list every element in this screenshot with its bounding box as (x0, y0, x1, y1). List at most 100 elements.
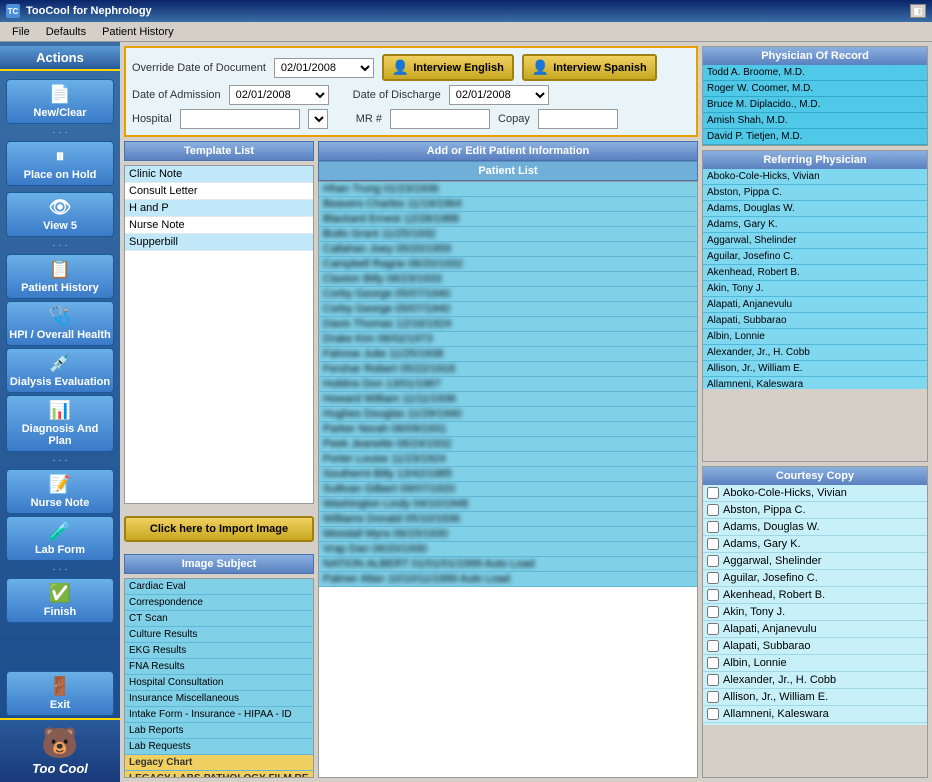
interview-spanish-button[interactable]: 👤 Interview Spanish (522, 54, 657, 81)
mr-input[interactable] (390, 109, 490, 129)
physician-item[interactable]: Amish Shah, M.D. (703, 113, 927, 129)
patient-list-item[interactable]: Fershar Robert 05/22/1918 (319, 362, 697, 377)
courtesy-copy-checkbox[interactable] (707, 589, 719, 601)
courtesy-copy-item[interactable]: Aboko-Cole-Hicks, Vivian (703, 485, 927, 502)
patient-list-item[interactable]: Hhan Trung 01/23/1936 (319, 182, 697, 197)
referring-physician-item[interactable]: Adams, Gary K. (703, 217, 927, 233)
courtesy-copy-item[interactable]: Adams, Douglas W. (703, 519, 927, 536)
patient-list-box[interactable]: Hhan Trung 01/23/1936Beavers Charles 11/… (318, 181, 698, 778)
patient-list-item[interactable]: Southernt Billy 13/42/1985 (319, 467, 697, 482)
referring-physician-item[interactable]: Albin, Lonnie (703, 329, 927, 345)
hpi-overall-health-button[interactable]: 🩺 HPI / Overall Health (6, 301, 114, 346)
interview-english-button[interactable]: 👤 Interview English (382, 54, 514, 81)
template-list-box[interactable]: Clinic NoteConsult LetterH and PNurse No… (124, 165, 314, 504)
template-list-item[interactable]: Clinic Note (125, 166, 313, 183)
image-list-item[interactable]: EKG Results (125, 643, 313, 659)
copay-input[interactable] (538, 109, 618, 129)
courtesy-copy-item[interactable]: Akenhead, Robert B. (703, 587, 927, 604)
courtesy-copy-checkbox[interactable] (707, 674, 719, 686)
patient-list-item[interactable]: Parker Norah 06/09/1931 (319, 422, 697, 437)
courtesy-copy-checkbox[interactable] (707, 640, 719, 652)
courtesy-copy-item[interactable]: Aggarwal, Shelinder (703, 553, 927, 570)
courtesy-copy-list[interactable]: Aboko-Cole-Hicks, VivianAbston, Pippa C.… (703, 485, 927, 725)
menu-item-defaults[interactable]: Defaults (38, 24, 94, 40)
courtesy-copy-checkbox[interactable] (707, 708, 719, 720)
window-controls[interactable]: ◧ (910, 4, 926, 18)
referring-physician-item[interactable]: Allison, Jr., William E. (703, 361, 927, 377)
patient-list-item[interactable]: Woodall Myra 06/15/1930 (319, 527, 697, 542)
courtesy-copy-item[interactable]: Akin, Tony J. (703, 604, 927, 621)
patient-list-item[interactable]: Callahan Joey 05/20/1959 (319, 242, 697, 257)
referring-physician-item[interactable]: Akin, Tony J. (703, 281, 927, 297)
physician-of-record-list[interactable]: Todd A. Broome, M.D.Roger W. Coomer, M.D… (703, 65, 927, 145)
patient-list-item[interactable]: Vrap Dan 06/20/1930 (319, 542, 697, 557)
patient-list-item[interactable]: Porter Louise 11/23/1924 (319, 452, 697, 467)
image-list-item[interactable]: Correspondence (125, 595, 313, 611)
template-list-item[interactable]: Consult Letter (125, 183, 313, 200)
finish-button[interactable]: ✅ Finish (6, 578, 114, 623)
patient-list-item[interactable]: Claxton Billy 06/23/1933 (319, 272, 697, 287)
referring-physician-item[interactable]: Abston, Pippa C. (703, 185, 927, 201)
courtesy-copy-item[interactable]: Allison, Jr., William E. (703, 689, 927, 706)
image-list-item[interactable]: LEGACY LABS-PATHOLOGY-FILM RE (125, 771, 313, 778)
referring-physician-item[interactable]: Alapati, Subbarao (703, 313, 927, 329)
patient-list-item[interactable]: Howard William 11/11/1936 (319, 392, 697, 407)
image-list-item[interactable]: Cardiac Eval (125, 579, 313, 595)
courtesy-copy-item[interactable]: Allen, Karen L. (703, 723, 927, 725)
menu-item-patient-history[interactable]: Patient History (94, 24, 182, 40)
patient-list-item[interactable]: Washington Lindy 04/10/1948 (319, 497, 697, 512)
nurse-note-button[interactable]: 📝 Nurse Note (6, 469, 114, 514)
patient-list-item[interactable]: Davis Thomas 12/16/1924 (319, 317, 697, 332)
patient-list-item[interactable]: NATION ALBERT 01/01/01/1999 Auto Load (319, 557, 697, 572)
patient-list-item[interactable]: Palmer Allan 10/10/11/1999 Auto Load (319, 572, 697, 587)
courtesy-copy-checkbox[interactable] (707, 555, 719, 567)
patient-list-item[interactable]: Beavers Charles 11/19/1964 (319, 197, 697, 212)
courtesy-copy-checkbox[interactable] (707, 521, 719, 533)
physician-item[interactable]: Roger W. Coomer, M.D. (703, 81, 927, 97)
patient-list-item[interactable]: Hughes Douglas 11/29/1940 (319, 407, 697, 422)
referring-physician-item[interactable]: Allamneni, Kaleswara (703, 377, 927, 389)
image-list-item[interactable]: Insurance Miscellaneous (125, 691, 313, 707)
referring-physician-item[interactable]: Akenhead, Robert B. (703, 265, 927, 281)
patient-list-item[interactable]: Corby George 05/07/1940 (319, 287, 697, 302)
referring-physician-item[interactable]: Alexander, Jr., H. Cobb (703, 345, 927, 361)
image-list-item[interactable]: FNA Results (125, 659, 313, 675)
patient-list-item[interactable]: Hublins Don 13/01/1967 (319, 377, 697, 392)
image-list-item[interactable]: Culture Results (125, 627, 313, 643)
referring-physician-item[interactable]: Adams, Douglas W. (703, 201, 927, 217)
courtesy-copy-item[interactable]: Albin, Lonnie (703, 655, 927, 672)
courtesy-copy-item[interactable]: Aguilar, Josefino C. (703, 570, 927, 587)
courtesy-copy-item[interactable]: Abston, Pippa C. (703, 502, 927, 519)
courtesy-copy-checkbox[interactable] (707, 691, 719, 703)
diagnosis-and-plan-button[interactable]: 📊 Diagnosis And Plan (6, 395, 114, 452)
hospital-input[interactable] (180, 109, 300, 129)
patient-list-item[interactable]: Campbell Ragne 06/20/1932 (319, 257, 697, 272)
patient-list-item[interactable]: Butts Grant 11/25/1932 (319, 227, 697, 242)
menu-item-file[interactable]: File (4, 24, 38, 40)
patient-list-item[interactable]: Fahnoe Julie 11/25/1938 (319, 347, 697, 362)
template-list-item[interactable]: Supperbill (125, 234, 313, 251)
image-list-item[interactable]: Intake Form - Insurance - HIPAA - ID (125, 707, 313, 723)
physician-item[interactable]: Todd A. Broome, M.D. (703, 65, 927, 81)
image-list-item[interactable]: CT Scan (125, 611, 313, 627)
patient-list-item[interactable]: Williams Donald 05/10/1936 (319, 512, 697, 527)
physician-item[interactable]: Bruce M. Diplacido., M.D. (703, 97, 927, 113)
patient-list-item[interactable]: Drake Kim 06/02/1973 (319, 332, 697, 347)
courtesy-copy-checkbox[interactable] (707, 538, 719, 550)
place-on-hold-button[interactable]: ⏸ Place on Hold (6, 141, 114, 186)
hospital-select[interactable] (308, 109, 328, 129)
image-list-box[interactable]: Cardiac EvalCorrespondenceCT ScanCulture… (124, 578, 314, 778)
date-of-discharge-select[interactable]: 02/01/2008 (449, 85, 549, 105)
courtesy-copy-item[interactable]: Adams, Gary K. (703, 536, 927, 553)
template-list-item[interactable]: Nurse Note (125, 217, 313, 234)
image-list-item[interactable]: Lab Requests (125, 739, 313, 755)
lab-form-button[interactable]: 🧪 Lab Form (6, 516, 114, 561)
template-list-item[interactable]: H and P (125, 200, 313, 217)
exit-button[interactable]: 🚪 Exit (6, 671, 114, 716)
patient-list-item[interactable]: Peek Jeanette 06/24/1932 (319, 437, 697, 452)
referring-physician-item[interactable]: Aggarwal, Shelinder (703, 233, 927, 249)
patient-list-item[interactable]: Sullivan Gilbert 09/07/1920 (319, 482, 697, 497)
override-date-select[interactable]: 02/01/2008 (274, 58, 374, 78)
image-list-item[interactable]: Hospital Consultation (125, 675, 313, 691)
courtesy-copy-checkbox[interactable] (707, 504, 719, 516)
